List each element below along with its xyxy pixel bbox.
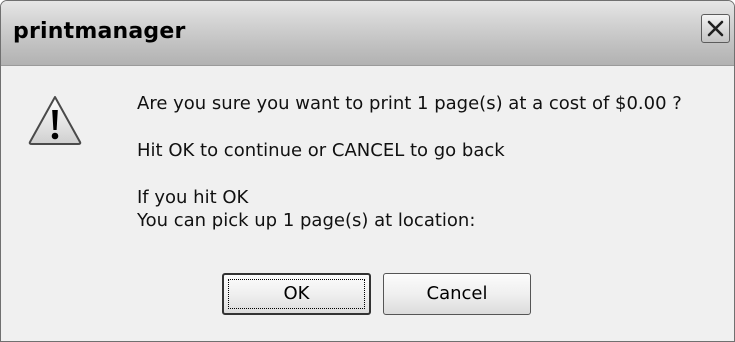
cancel-button[interactable]: Cancel [383, 273, 531, 315]
ok-button-label: OK [228, 279, 365, 309]
dialog-content: Are you sure you want to print 1 page(s)… [1, 66, 734, 341]
message-line-if-ok: If you hit OK [137, 187, 249, 208]
ok-button[interactable]: OK [222, 273, 371, 315]
message-line-instruction: Hit OK to continue or CANCEL to go back [137, 140, 505, 161]
close-button[interactable] [701, 14, 730, 43]
window-title: printmanager [13, 19, 186, 44]
message-line-location: You can pick up 1 page(s) at location: [137, 210, 476, 231]
message-line-cost: Are you sure you want to print 1 page(s)… [137, 93, 682, 114]
dialog-window: printmanager Are you sure you want to pr… [0, 0, 735, 342]
close-icon [707, 20, 724, 37]
title-bar[interactable]: printmanager [1, 1, 734, 66]
warning-icon [28, 96, 82, 145]
